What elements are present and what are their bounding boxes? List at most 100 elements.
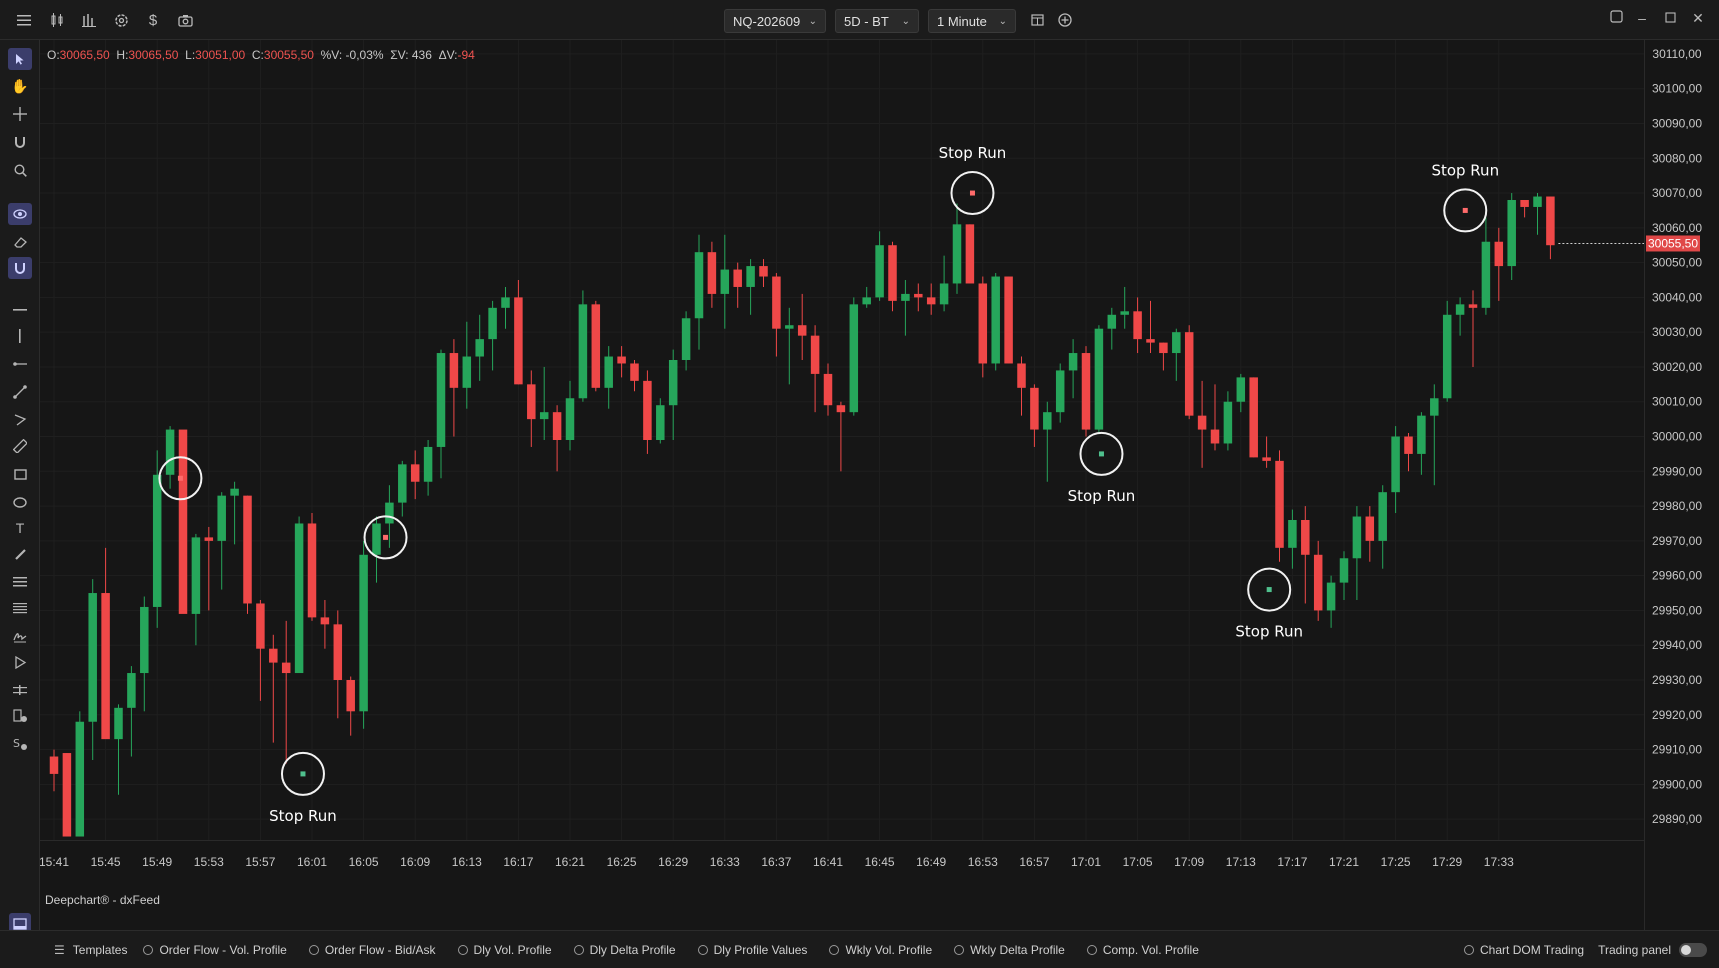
candle-body: [372, 523, 381, 555]
text-icon[interactable]: T: [8, 517, 32, 539]
settings-icon[interactable]: [109, 8, 133, 32]
candle-body: [1378, 492, 1387, 541]
radio-icon: [829, 944, 840, 955]
candle-body: [539, 412, 549, 420]
eraser-icon[interactable]: [8, 231, 32, 253]
price-tick-label: 29930,00: [1652, 673, 1702, 687]
template-order-flow-vol-profile[interactable]: Order Flow - Vol. Profile: [143, 943, 287, 957]
interval-dropdown[interactable]: 1 Minute ⌄: [928, 9, 1016, 33]
layout-icon[interactable]: [1025, 8, 1049, 32]
magnet-lock-icon[interactable]: [8, 257, 32, 279]
fib-levels-icon[interactable]: [8, 571, 32, 593]
time-tick-label: 16:45: [865, 855, 895, 869]
close-icon[interactable]: ✕: [1688, 10, 1708, 27]
candle-body: [1442, 314, 1452, 399]
candle-body: [875, 245, 884, 298]
price-axis[interactable]: 30110,00 30100,00 30090,00 30080,00 30070,00…: [1644, 40, 1719, 930]
price-note-icon[interactable]: [8, 705, 32, 727]
radio-icon: [954, 944, 965, 955]
ellipse-icon[interactable]: [8, 491, 32, 513]
template-order-flow-bid-ask[interactable]: Order Flow - Bid/Ask: [308, 943, 436, 957]
candle-body: [1288, 520, 1297, 548]
candle: [359, 540, 368, 729]
candle-body: [1455, 304, 1465, 315]
candle-body: [1430, 398, 1439, 416]
toggle-switch[interactable]: [1679, 942, 1707, 957]
dollar-icon[interactable]: $: [141, 8, 165, 32]
pencil-icon[interactable]: [8, 543, 32, 565]
magnet-icon[interactable]: [8, 131, 32, 153]
path-icon[interactable]: [8, 409, 32, 431]
ruler-icon[interactable]: [8, 435, 32, 457]
candle-body: [965, 224, 975, 284]
pointer-icon[interactable]: [8, 48, 32, 70]
dollar-note-icon[interactable]: S: [8, 733, 32, 755]
template-wkly-vol-profile[interactable]: Wkly Vol. Profile: [829, 943, 932, 957]
add-indicator-icon[interactable]: [1053, 8, 1077, 32]
chart-dom-trading-option[interactable]: Chart DOM Trading: [1464, 943, 1584, 957]
price-tick-label: 30010,00: [1652, 395, 1702, 409]
ray-icon[interactable]: [8, 353, 32, 375]
rectangle-icon[interactable]: [8, 463, 32, 485]
template-dly-vol-profile[interactable]: Dly Vol. Profile: [457, 943, 552, 957]
candle-body: [449, 353, 459, 388]
time-tick-label: 17:01: [1071, 855, 1101, 869]
trading-panel-toggle[interactable]: Trading panel: [1598, 942, 1707, 957]
zoom-icon[interactable]: [8, 159, 32, 181]
candle: [294, 516, 304, 674]
stop-run-dot: [1462, 207, 1468, 213]
candle-body: [527, 384, 536, 420]
candle-body: [1159, 342, 1168, 354]
candlestick-chart[interactable]: 30110,00 30100,00 30090,00 30080,00 30070,00…: [40, 40, 1719, 930]
candle-body: [217, 495, 226, 541]
projection-icon[interactable]: [8, 651, 32, 673]
template-wkly-delta-profile[interactable]: Wkly Delta Profile: [954, 943, 1065, 957]
menu-icon[interactable]: [12, 8, 36, 32]
bar-chart-icon[interactable]: [77, 8, 101, 32]
template-dly-delta-profile[interactable]: Dly Delta Profile: [573, 943, 676, 957]
low-value: 30051,00: [195, 48, 246, 62]
hand-icon[interactable]: ✋: [8, 75, 32, 97]
template-dly-profile-values[interactable]: Dly Profile Values: [697, 943, 807, 957]
candle-body: [1507, 200, 1516, 267]
candle-body: [1301, 520, 1310, 555]
candle-body: [488, 307, 497, 340]
camera-icon[interactable]: [173, 8, 197, 32]
candle-body: [591, 304, 601, 388]
candle-body: [1326, 582, 1336, 611]
last-price-label: 30055,50: [1648, 236, 1698, 250]
symbol-dropdown[interactable]: NQ-202609 ⌄: [724, 9, 826, 33]
range-tool-icon[interactable]: [8, 679, 32, 701]
template-comp-vol-profile[interactable]: Comp. Vol. Profile: [1086, 943, 1199, 957]
candle-body: [127, 673, 136, 708]
vertical-line-icon[interactable]: [8, 325, 32, 347]
candle-body: [436, 353, 446, 447]
candle: [978, 276, 988, 378]
maximize-icon[interactable]: [1660, 10, 1680, 26]
candle-body: [1236, 377, 1246, 402]
minimize-icon[interactable]: –: [1632, 10, 1652, 26]
signature-icon[interactable]: [8, 625, 32, 647]
candles-icon[interactable]: [45, 8, 69, 32]
eye-icon[interactable]: [8, 203, 32, 225]
price-tick-label: 30020,00: [1652, 360, 1702, 374]
candle: [1094, 325, 1104, 434]
time-tick-label: 16:29: [658, 855, 688, 869]
time-tick-label: 16:37: [761, 855, 791, 869]
candle-body: [785, 325, 794, 329]
candle-body: [1249, 377, 1258, 458]
detach-window-icon[interactable]: [1606, 10, 1626, 26]
trend-line-icon[interactable]: [8, 381, 32, 403]
range-dropdown[interactable]: 5D - BT ⌄: [835, 9, 919, 33]
horizontal-line-icon[interactable]: [8, 299, 32, 321]
candle: [578, 290, 588, 402]
candle-body: [1494, 241, 1504, 267]
candle-body: [256, 603, 265, 649]
price-axis-panel: [1644, 40, 1719, 930]
candle-body: [604, 356, 613, 388]
crosshair-icon[interactable]: [8, 103, 32, 125]
candle: [991, 273, 1000, 371]
templates-button[interactable]: ☰ Templates: [54, 943, 127, 957]
candle-body: [75, 721, 85, 837]
fib-extension-icon[interactable]: [8, 597, 32, 619]
